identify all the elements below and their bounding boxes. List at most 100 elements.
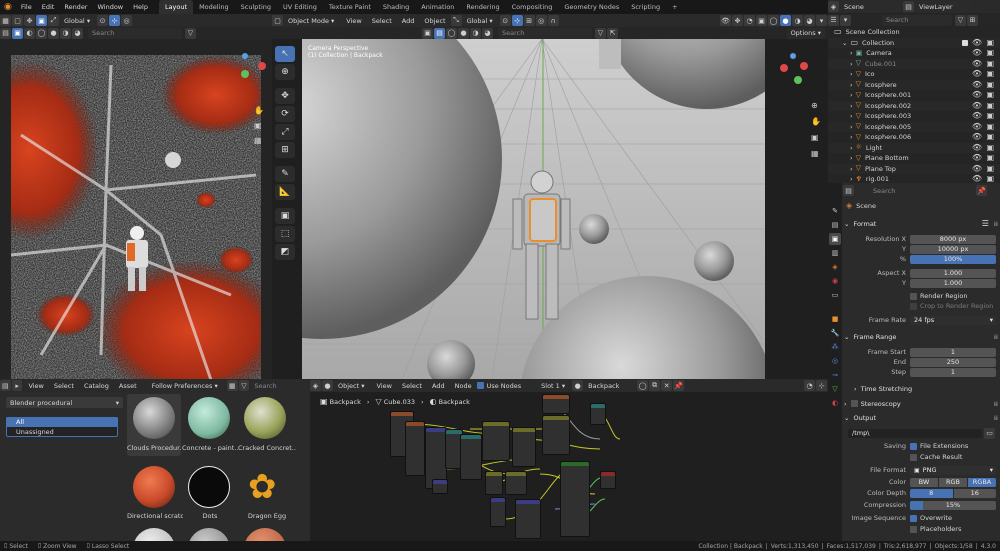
frame-step-field[interactable]: 1 [910, 367, 996, 377]
menu-help[interactable]: Help [128, 3, 153, 11]
outliner-item[interactable]: › ▽ Icosphere.001 👁 ▣ [828, 90, 1000, 101]
outliner-filter-icon[interactable]: ▽ [955, 14, 966, 26]
visibility-toggle-icon[interactable]: 👁 [972, 164, 982, 173]
catalog-unassigned[interactable]: Unassigned [6, 427, 118, 437]
render-toggle-icon[interactable]: ▣ [986, 80, 994, 89]
shading-solid-icon[interactable]: ● [48, 27, 59, 39]
shear-tool-icon[interactable]: ◩ [275, 244, 295, 260]
asset-thumb-dots[interactable] [188, 466, 230, 508]
vp-solid-icon[interactable]: ● [458, 27, 469, 39]
visibility-toggle-icon[interactable]: 👁 [972, 70, 982, 78]
camera-view-icon[interactable]: ▣ [254, 122, 262, 130]
menu-edit[interactable]: Edit [37, 3, 60, 11]
expand-chevron-icon[interactable]: › [850, 69, 853, 80]
render-tab-icon[interactable]: ▤ [829, 219, 841, 231]
folder-browse-icon[interactable]: ▭ [984, 427, 995, 439]
visibility-toggle-icon[interactable]: 👁 [972, 154, 982, 162]
outliner-item[interactable]: › ▽ Icosphere.005 👁 ▣ [828, 121, 1000, 132]
render-toggle-icon[interactable]: ▣ [986, 122, 994, 131]
snap-target-icon[interactable]: ⊞ [523, 15, 535, 26]
outliner-item[interactable]: › ▽ Icosphere.003 👁 ▣ [828, 111, 1000, 122]
vp-render-slot-icon[interactable]: ▤ [434, 27, 445, 39]
outliner-item[interactable]: › ☼ Light 👁 ▣ [828, 142, 1000, 154]
frame-range-panel-header[interactable]: ⌄ Frame Range ⁞⁞ [844, 331, 998, 342]
rendered-shading-icon[interactable]: ◕ [804, 15, 815, 26]
node-color-ramp[interactable] [482, 421, 510, 461]
asset-thumb-row3-c[interactable] [244, 528, 286, 541]
render-toggle-icon[interactable]: ▣ [986, 70, 994, 78]
expand-chevron-icon[interactable]: › [850, 101, 853, 112]
vp-material-icon[interactable]: ◑ [470, 27, 481, 39]
menu-render[interactable]: Render [59, 3, 92, 11]
particles-tab-icon[interactable]: ⁂ [829, 341, 841, 353]
move-tool-icon[interactable]: ✥ [275, 88, 295, 104]
asset-sidebar-toggle-icon[interactable]: ▸ [11, 380, 23, 391]
perspective-toggle-icon[interactable]: ▦ [811, 150, 819, 158]
vp-camera-icon[interactable]: ▣ [422, 27, 433, 39]
asset-search-field[interactable]: Search [250, 380, 308, 391]
tab-rendering[interactable]: Rendering [460, 0, 505, 14]
tab-texture-paint[interactable]: Texture Paint [323, 0, 377, 14]
proportional-icon[interactable]: ◎ [121, 15, 133, 26]
collection-tab-icon[interactable]: ▭ [829, 289, 841, 301]
menu-file[interactable]: File [16, 3, 37, 11]
cursor-tool-icon[interactable]: ⊕ [275, 64, 295, 80]
editor-type-icon[interactable]: ▦ [0, 15, 11, 26]
material-tab-icon[interactable]: ◐ [829, 397, 841, 409]
viewport-menu-select[interactable]: Select [367, 17, 397, 25]
node-bump[interactable] [515, 499, 541, 539]
compression-slider[interactable]: 15% [910, 500, 996, 510]
frame-rate-dropdown[interactable]: 24 fps ▾ [910, 315, 996, 325]
render-toggle-icon[interactable]: ▣ [986, 91, 994, 99]
render-toggle-icon[interactable]: ▣ [986, 133, 994, 141]
visibility-toggle-icon[interactable]: 👁 [972, 143, 982, 152]
xray-icon[interactable]: ▣ [756, 15, 767, 26]
expand-chevron-icon[interactable]: › [850, 59, 853, 70]
world-tab-icon[interactable]: ◉ [829, 275, 841, 287]
file-extensions-checkbox[interactable] [910, 442, 917, 450]
navigation-gizmo[interactable] [778, 52, 812, 92]
physics-tab-icon[interactable]: ◎ [829, 355, 841, 367]
view-layer-tab-icon[interactable]: ▥ [829, 247, 841, 259]
asset-menu-catalog[interactable]: Catalog [79, 382, 114, 390]
material-shading-icon[interactable]: ◑ [792, 15, 803, 26]
asset-editor-type-icon[interactable]: ▤ [0, 380, 11, 391]
resolution-pct-field[interactable]: 100% [910, 254, 996, 264]
view-layer-field[interactable]: ViewLayer [915, 1, 973, 12]
rotate-tool-icon[interactable]: ⟳ [275, 106, 295, 122]
collection-row[interactable]: ⌄ ▭ Collection 👁 ▣ [828, 37, 1000, 48]
constraints-tab-icon[interactable]: ⊸ [829, 369, 841, 381]
render-toggle-icon[interactable]: ▣ [986, 59, 994, 68]
resolution-x-field[interactable]: 8000 px [910, 234, 996, 244]
mode-dropdown[interactable]: Object Mode ▾ [284, 15, 339, 26]
scale-tool-icon[interactable]: ⤢ [275, 124, 295, 140]
annotate-tool-icon[interactable]: ✎ [275, 166, 295, 182]
tab-scripting[interactable]: Scripting [625, 0, 666, 14]
properties-search-field[interactable]: Search [869, 185, 973, 196]
overlay-toggle-icon[interactable]: ◔ [744, 15, 755, 26]
display-mode-icon[interactable]: ▾ [840, 14, 851, 26]
node-small-2[interactable] [485, 471, 503, 495]
transform-pivot-icon[interactable]: ⤡ [450, 15, 462, 26]
outliner-item[interactable]: › ▣ Camera 👁 ▣ [828, 48, 1000, 59]
select-box-icon[interactable]: ▢ [12, 15, 23, 26]
cache-result-checkbox[interactable] [910, 453, 917, 461]
asset-thumb-dragon-egg[interactable]: ✿ [248, 468, 277, 506]
camera-toggle-icon[interactable]: ▣ [811, 134, 819, 142]
outliner-item[interactable]: › ▽ Plane Top 👁 ▣ [828, 163, 1000, 174]
node-small-5[interactable] [490, 497, 506, 527]
placeholders-checkbox[interactable] [910, 525, 917, 533]
data-tab-icon[interactable]: ▽ [829, 383, 841, 395]
snapping-icon[interactable]: ⊹ [511, 15, 523, 26]
resolution-y-field[interactable]: 10000 px [910, 244, 996, 254]
expand-chevron-icon[interactable]: › [850, 143, 853, 154]
viewport-orientation-dropdown[interactable]: Global ▾ [462, 15, 497, 26]
object-tab-icon[interactable]: ■ [829, 313, 841, 325]
node-image-top[interactable] [542, 394, 570, 414]
output-path-field[interactable]: /tmp\ [848, 428, 982, 438]
viewport-menu-object[interactable]: Object [419, 17, 450, 25]
depth-8-button[interactable]: 8 [910, 488, 953, 498]
color-rgba-button[interactable]: RGBA [968, 477, 996, 487]
depth-16-button[interactable]: 16 [953, 488, 996, 498]
asset-thumb-clouds[interactable] [133, 397, 175, 439]
